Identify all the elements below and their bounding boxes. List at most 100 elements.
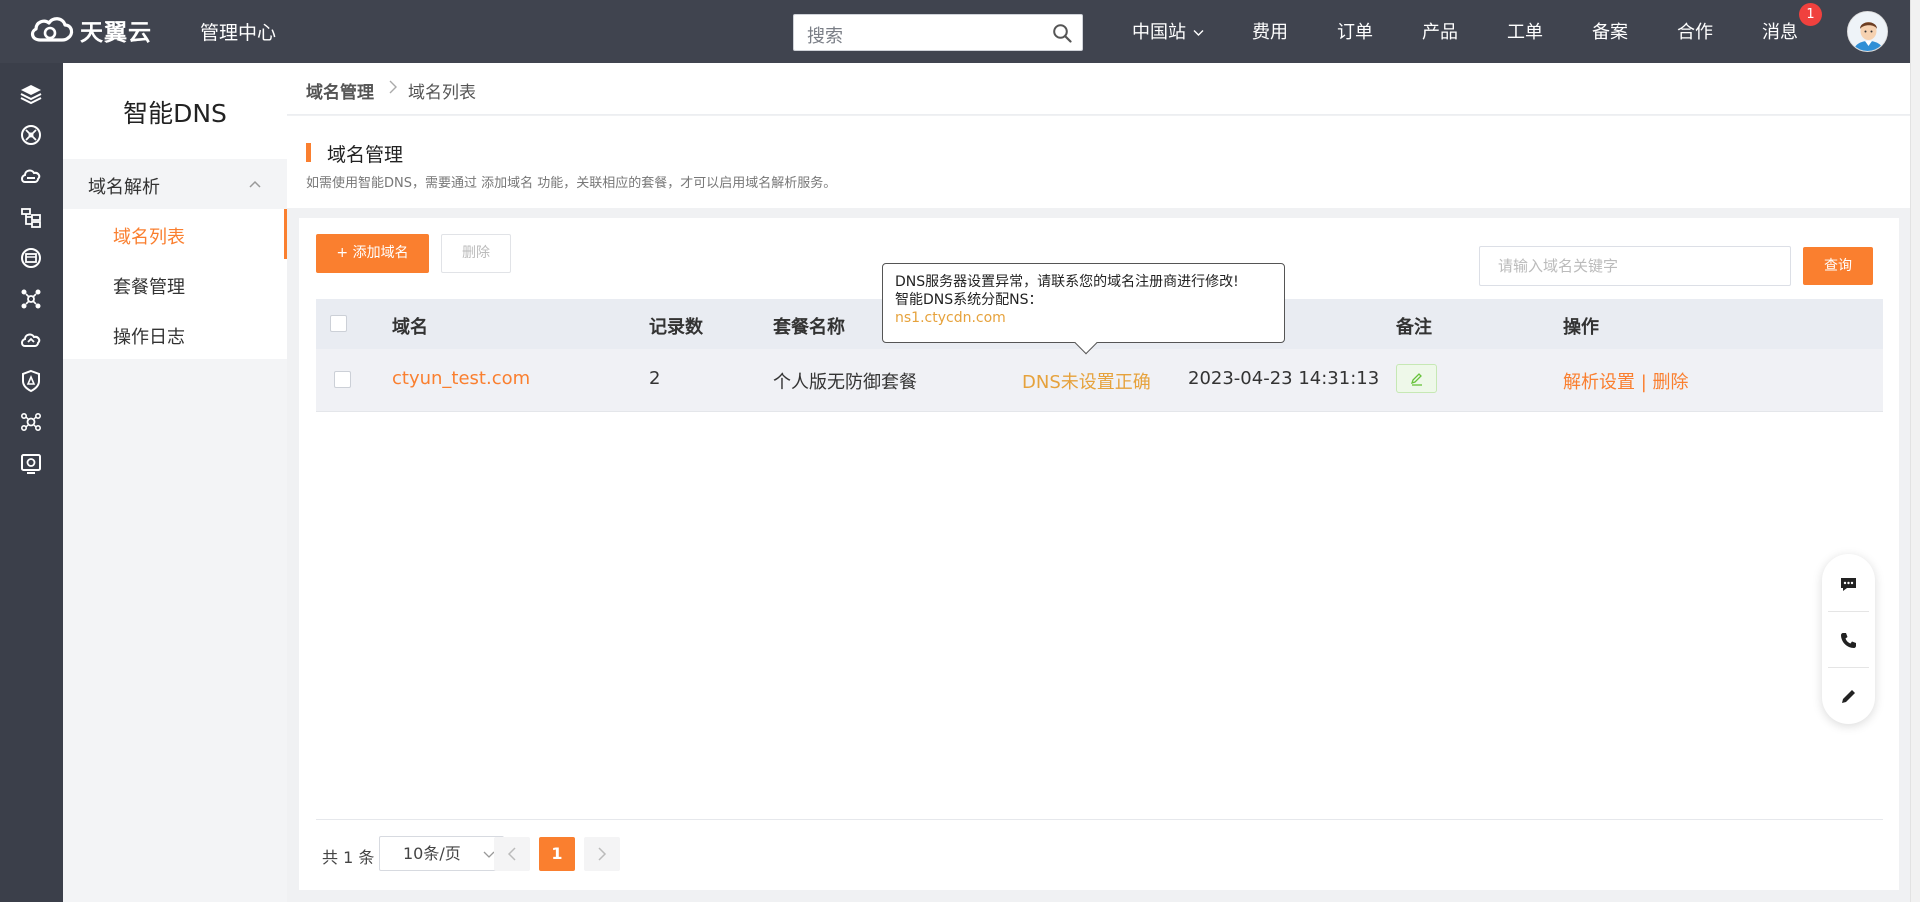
page-description: 如需使用智能DNS，需要通过 添加域名 功能，关联相应的套餐，才可以启用域名解析… <box>306 176 837 191</box>
rail-console[interactable] <box>18 450 44 476</box>
sidebar-item-label: 操作日志 <box>113 327 185 348</box>
console-icon <box>21 454 41 474</box>
search-placeholder: 搜索 <box>807 26 843 47</box>
sidebar-group-label: 域名解析 <box>88 177 160 198</box>
cloud-sync-icon <box>21 333 41 347</box>
tooltip-ns-label: 智能DNS系统分配NS： <box>895 292 1043 308</box>
brand-logo[interactable]: 天翼云 <box>26 12 152 48</box>
action-separator: | <box>1640 372 1647 393</box>
rail-nodes[interactable] <box>18 286 44 312</box>
sidebar-header: 智能DNS <box>63 63 287 159</box>
nav-billing[interactable]: 费用 <box>1252 18 1288 44</box>
page-header: 域名管理 如需使用智能DNS，需要通过 添加域名 功能，关联相应的套餐，才可以启… <box>287 116 1910 208</box>
nav-orders[interactable]: 订单 <box>1337 18 1373 44</box>
domain-list-panel: + 添加域名 删除 请输入域名关键字 查询 域名 记录数 套餐名称 备注 操作 … <box>299 218 1899 890</box>
nav-partners[interactable]: 合作 <box>1677 18 1713 44</box>
shield-icon <box>22 369 40 393</box>
column-header-actions: 操作 <box>1563 317 1599 338</box>
sidebar-item-label: 套餐管理 <box>113 277 185 298</box>
rail-cloud-sync[interactable] <box>18 327 44 353</box>
cloud-logo-icon <box>30 17 74 42</box>
brand-name: 天翼云 <box>80 20 152 46</box>
chevron-right-icon <box>389 80 397 94</box>
row-checkbox[interactable] <box>334 371 351 388</box>
delete-button[interactable]: 删除 <box>441 234 511 273</box>
floating-divider <box>1828 667 1869 668</box>
phone-button[interactable] <box>1822 613 1875 669</box>
title-accent-bar <box>306 143 311 162</box>
dns-status-tooltip: DNS服务器设置异常，请联系您的域名注册商进行修改! 智能DNS系统分配NS： … <box>882 263 1285 355</box>
chevron-up-icon <box>249 180 261 188</box>
product-icon-rail <box>0 63 63 902</box>
dns-sidebar: 智能DNS 域名解析 域名列表 套餐管理 操作日志 <box>63 63 287 902</box>
nav-china-site[interactable]: 中国站 <box>1132 18 1204 44</box>
column-header-plan: 套餐名称 <box>773 317 845 338</box>
query-button[interactable]: 查询 <box>1803 247 1873 285</box>
edit-note-button[interactable] <box>1396 364 1437 393</box>
page-title: 域名管理 <box>327 144 404 166</box>
sidebar-item-operation-log[interactable]: 操作日志 <box>63 309 287 359</box>
page-size-select[interactable]: 10条/页 <box>379 836 504 871</box>
floating-divider <box>1828 611 1869 612</box>
chat-icon <box>1841 578 1856 591</box>
column-header-note: 备注 <box>1396 317 1432 338</box>
dns-tree-icon <box>21 208 41 228</box>
prev-page-button[interactable] <box>494 837 530 871</box>
sidebar-item-plan-management[interactable]: 套餐管理 <box>63 259 287 309</box>
plan-name: 个人版无防御套餐 <box>773 372 917 393</box>
tooltip-warning-text: DNS服务器设置异常，请联系您的域名注册商进行修改! <box>895 274 1239 290</box>
layers-icon <box>20 85 42 105</box>
feedback-button[interactable] <box>1822 669 1875 725</box>
sidebar-item-domain-list[interactable]: 域名列表 <box>63 209 287 259</box>
nav-products[interactable]: 产品 <box>1422 18 1458 44</box>
breadcrumb-domain-list: 域名列表 <box>408 83 476 103</box>
parse-settings-link[interactable]: 解析设置 <box>1563 372 1635 393</box>
domain-keyword-input[interactable]: 请输入域名关键字 <box>1479 246 1791 286</box>
row-actions: 解析设置 | 删除 <box>1563 368 1689 394</box>
nav-filing[interactable]: 备案 <box>1592 18 1628 44</box>
dns-status[interactable]: DNS未设置正确 <box>1022 368 1151 394</box>
nodes-icon <box>21 289 41 309</box>
page-size-value: 10条/页 <box>403 844 461 863</box>
search-icon[interactable] <box>1052 23 1072 43</box>
record-count: 2 <box>649 368 661 389</box>
message-count-badge: 1 <box>1799 3 1822 26</box>
chat-button[interactable] <box>1822 557 1875 613</box>
user-avatar[interactable] <box>1847 11 1888 52</box>
global-search-input[interactable]: 搜索 <box>793 14 1083 51</box>
column-header-records: 记录数 <box>649 317 703 338</box>
rail-layers[interactable] <box>18 81 44 107</box>
sidebar-empty-area <box>63 359 287 902</box>
delete-domain-link[interactable]: 删除 <box>1653 372 1689 393</box>
rail-security[interactable] <box>18 368 44 394</box>
page-number-current[interactable]: 1 <box>539 837 575 871</box>
nav-messages[interactable]: 消息 <box>1762 18 1798 44</box>
add-domain-button[interactable]: + 添加域名 <box>316 234 429 273</box>
rail-cloud-storage[interactable] <box>18 163 44 189</box>
nav-tickets[interactable]: 工单 <box>1507 18 1543 44</box>
user-avatar-icon <box>1848 12 1887 51</box>
rail-dns[interactable] <box>18 204 44 230</box>
sidebar-group-domain-resolution[interactable]: 域名解析 <box>63 159 287 209</box>
chevron-down-icon <box>1193 30 1204 36</box>
column-header-domain: 域名 <box>392 317 428 338</box>
chevron-right-icon <box>598 847 607 861</box>
sidebar-item-label: 域名列表 <box>113 227 185 248</box>
pager-total: 共 1 条 <box>322 848 375 867</box>
created-time: 2023-04-23 14:31:13 <box>1188 368 1380 389</box>
monitor-icon <box>21 248 41 268</box>
cloud-storage-icon <box>21 169 41 183</box>
rail-monitor[interactable] <box>18 245 44 271</box>
domain-name-link[interactable]: ctyun_test.com <box>392 368 530 389</box>
next-page-button[interactable] <box>584 837 620 871</box>
rail-hub[interactable] <box>18 409 44 435</box>
phone-icon <box>1841 633 1856 648</box>
breadcrumb-domain-management[interactable]: 域名管理 <box>306 78 374 103</box>
select-all-checkbox[interactable] <box>330 315 347 332</box>
page-scrollbar[interactable] <box>1910 0 1920 902</box>
pager-divider <box>316 819 1883 820</box>
rail-network[interactable] <box>18 122 44 148</box>
pencil-icon <box>1842 690 1855 703</box>
management-center-link[interactable]: 管理中心 <box>200 18 276 45</box>
hub-icon <box>20 413 41 431</box>
